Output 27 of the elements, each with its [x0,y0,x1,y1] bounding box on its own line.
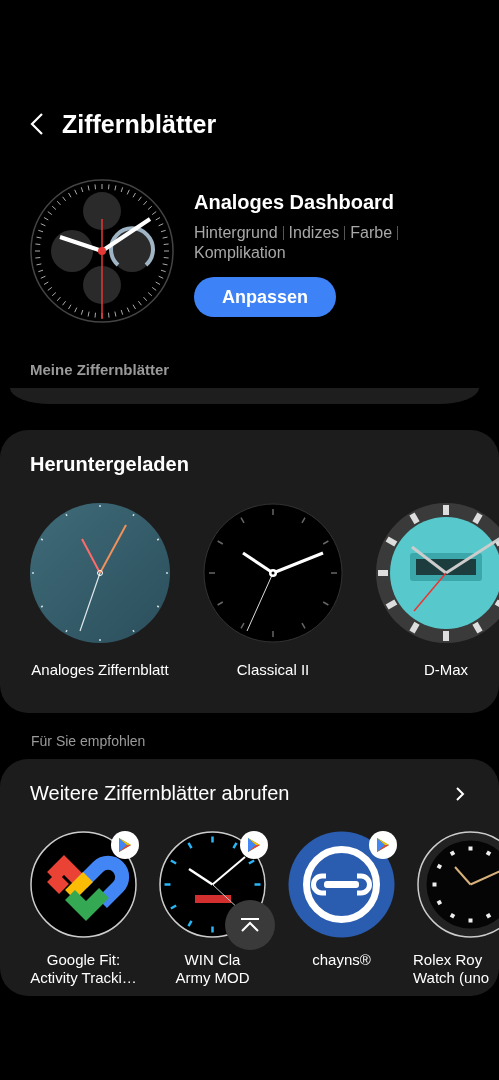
play-store-badge [111,831,139,859]
face-label[interactable]: D-Max [423,661,469,678]
option-label: Hintergrund [194,223,278,243]
app-name[interactable]: chayns® [312,951,371,969]
app-name[interactable]: Google Fit: [46,951,121,969]
app-name[interactable]: Rolex Roy [413,951,483,969]
play-store-badge [369,831,397,859]
face-name: Analoges Dashboard [194,191,396,214]
play-store-badge [240,831,268,859]
app-name[interactable]: Watch (uno [413,969,490,987]
app-name[interactable]: Army MOD [175,969,250,987]
option-label: Indizes [288,223,340,243]
face-label[interactable]: Classical II [236,661,310,678]
customize-button[interactable]: Anpassen [194,277,336,317]
face-label[interactable]: Analoges Ziffernblatt [31,661,169,678]
section-title[interactable]: Weitere Ziffernblätter abrufen [30,782,290,805]
app-name[interactable]: Activity Tracki… [30,969,137,987]
section-title: Heruntergeladen [30,452,190,476]
back-icon[interactable] [30,112,44,136]
section-heading: Für Sie empfohlen [30,732,147,751]
option-label: Farbe [350,223,393,243]
arrow-up-icon [240,918,260,932]
chevron-right-icon[interactable] [455,785,465,802]
option-label: Komplikation [194,243,286,263]
app-name[interactable]: WIN Cla [184,951,241,969]
page-title: Ziffernblätter [62,109,217,139]
section-heading: Meine Ziffernblätter [30,361,171,378]
